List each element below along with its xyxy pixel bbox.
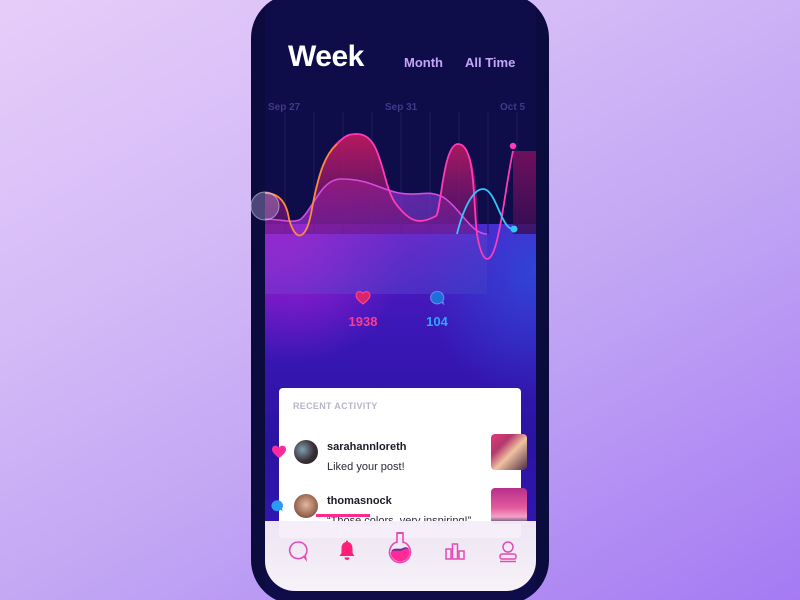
chart-highlight-bar bbox=[513, 151, 536, 234]
chart-point-likes-end bbox=[509, 142, 517, 150]
chart-scrub-handle bbox=[251, 191, 280, 221]
comment-indicator-bubble-icon bbox=[271, 500, 283, 512]
comments-stat: 104 bbox=[415, 290, 459, 329]
likes-count: 1938 bbox=[348, 314, 378, 329]
avatar[interactable] bbox=[294, 440, 318, 464]
like-indicator-heart-icon bbox=[272, 445, 286, 458]
post-thumbnail[interactable] bbox=[491, 488, 527, 524]
bottom-tab-bar bbox=[265, 521, 536, 591]
chart-point-comments-end bbox=[510, 225, 518, 233]
activity-item[interactable]: sarahannloreth Liked your post! bbox=[279, 434, 527, 480]
avatar[interactable] bbox=[294, 494, 318, 518]
heart-icon bbox=[355, 291, 371, 305]
likes-stat: 1938 bbox=[341, 290, 385, 329]
date-label: Sep 31 bbox=[385, 102, 418, 113]
tab-month[interactable]: Month bbox=[404, 55, 443, 70]
flask-icon[interactable] bbox=[386, 531, 414, 565]
comments-count: 104 bbox=[426, 314, 448, 329]
activity-message: Liked your post! bbox=[327, 461, 405, 473]
activity-username[interactable]: thomasnock bbox=[327, 495, 392, 507]
date-label: Sep 27 bbox=[268, 102, 301, 113]
tab-all-time[interactable]: All Time bbox=[465, 55, 515, 70]
user-icon[interactable] bbox=[496, 539, 520, 563]
post-thumbnail[interactable] bbox=[491, 434, 527, 470]
date-label: Oct 5 bbox=[500, 102, 526, 113]
chat-bubble-icon bbox=[430, 290, 445, 306]
activity-username[interactable]: sarahannloreth bbox=[327, 441, 406, 453]
bell-icon[interactable] bbox=[335, 539, 359, 563]
chat-icon[interactable] bbox=[286, 539, 310, 563]
phone-frame: Week Month All Time Sep 27 Sep 31 Oct 5 … bbox=[251, 0, 549, 600]
active-tab-indicator bbox=[316, 514, 370, 517]
recent-activity-title: RECENT ACTIVITY bbox=[293, 401, 378, 411]
bar-chart-icon[interactable] bbox=[443, 539, 467, 563]
tab-week[interactable]: Week bbox=[288, 40, 364, 74]
